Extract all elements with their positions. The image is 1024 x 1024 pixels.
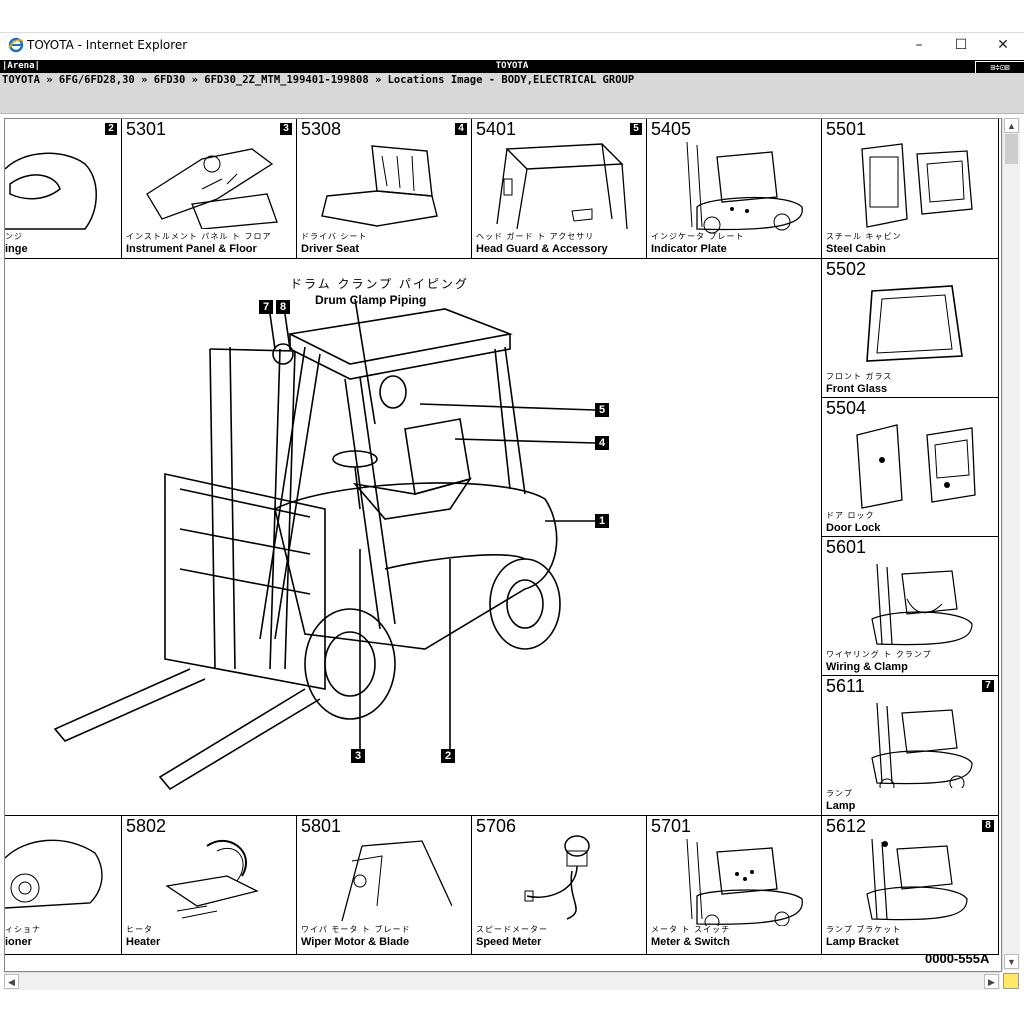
- forklift-illustration: [53, 298, 596, 791]
- part-label-en: Instrument Panel & Floor: [126, 243, 257, 255]
- part-number: 5802: [126, 816, 167, 836]
- part-number: 5801: [301, 816, 342, 836]
- part-label-jp: フロント ガラス: [826, 372, 893, 381]
- meter-switch-illustration: [686, 838, 803, 926]
- part-label-en: Lamp: [826, 800, 856, 812]
- scroll-up-icon[interactable]: ▲: [1004, 118, 1019, 133]
- vertical-scrollbar[interactable]: ▲ ▼: [1002, 118, 1020, 970]
- part-number: 5611: [826, 676, 865, 696]
- part-label-jp: スピードメーター: [476, 925, 548, 934]
- part-label-en: Indicator Plate: [651, 243, 727, 255]
- part-cell-5802[interactable]: 5802 ヒータ Heater: [121, 815, 297, 955]
- part-label-jp: インジケータ プレート: [651, 232, 745, 241]
- part-number: 5401: [476, 119, 517, 139]
- lamp-bracket-illustration: [866, 838, 968, 921]
- part-label-en: inge: [5, 243, 28, 255]
- wiring-clamp-illustration: [871, 563, 973, 646]
- minimize-button[interactable]: –: [898, 32, 940, 58]
- part-label-en: Front Glass: [826, 383, 888, 395]
- callout-tag: 2: [105, 123, 117, 135]
- steel-cabin-illustration: [861, 143, 973, 228]
- vertical-scroll-thumb[interactable]: [1005, 134, 1018, 164]
- part-number: 5308: [301, 119, 342, 139]
- indicator-plate-illustration: [686, 141, 803, 233]
- part-label-en: ioner: [5, 936, 32, 948]
- part-cell-5504[interactable]: 5504 ドア ロック Door Lock: [821, 397, 999, 537]
- header-title: TOYOTA: [495, 61, 529, 71]
- part-label-jp: ドライバ シート: [301, 232, 368, 241]
- locations-image-viewport: 2 ンジ inge 5301 3 インストルメント パネル ト フロア Inst…: [4, 118, 1002, 972]
- part-cell-5801[interactable]: 5801 ワイパ モータ ト ブレード Wiper Motor & Blade: [296, 815, 472, 955]
- part-cell-hinge[interactable]: 2 ンジ inge: [5, 119, 122, 259]
- status-resize-icon: [1003, 973, 1019, 989]
- callout-tag: 5: [630, 123, 642, 135]
- close-button[interactable]: ✕: [982, 32, 1024, 58]
- internet-explorer-icon: [8, 37, 24, 53]
- horizontal-scrollbar[interactable]: ◀ ▶: [4, 972, 1000, 990]
- part-cell-5612[interactable]: 5612 8 ランプ ブラケット Lamp Bracket: [821, 815, 999, 955]
- part-number: 5301: [126, 119, 167, 139]
- figure-code: 0000-555A: [925, 951, 990, 966]
- part-label-jp: ワイパ モータ ト ブレード: [301, 925, 411, 934]
- callout-tag: 8: [982, 820, 994, 832]
- part-number: 5501: [826, 119, 867, 139]
- part-cell-5501[interactable]: 5501 スチール キャビン Steel Cabin: [821, 119, 999, 259]
- head-guard-illustration: [496, 143, 628, 230]
- part-label-jp: スチール キャビン: [826, 232, 902, 241]
- wiper-motor-illustration: [341, 840, 452, 922]
- scroll-left-icon[interactable]: ◀: [4, 974, 19, 989]
- part-cell-conditioner[interactable]: ィショナ ioner: [5, 815, 122, 955]
- window-title: TOYOTA - Internet Explorer: [27, 38, 188, 52]
- part-cell-5301[interactable]: 5301 3 インストルメント パネル ト フロア Instrument Pan…: [121, 119, 297, 259]
- main-forklift-area: ドラム クランプ パイピング Drum Clamp Piping 7 8 5 4…: [5, 259, 821, 815]
- part-cell-5701[interactable]: 5701 メータ ト スイッチ Meter & Switch: [646, 815, 822, 955]
- part-label-jp: ヘッド ガード ト アクセサリ: [476, 232, 595, 241]
- part-cell-5706[interactable]: 5706 スピードメーター Speed Meter: [471, 815, 647, 955]
- part-cell-5601[interactable]: 5601 ワイヤリング ト クランプ Wiring & Clamp: [821, 536, 999, 676]
- scroll-down-icon[interactable]: ▼: [1004, 954, 1019, 969]
- part-label-jp: メータ ト スイッチ: [651, 925, 731, 934]
- maximize-button[interactable]: ☐: [940, 32, 982, 58]
- part-number: 5601: [826, 537, 867, 557]
- front-glass-illustration: [866, 285, 963, 362]
- part-number: 5504: [826, 398, 867, 418]
- part-label-jp: ドア ロック: [826, 511, 875, 520]
- part-label-en: Heater: [126, 936, 161, 948]
- part-cell-5502[interactable]: 5502 フロント ガラス Front Glass: [821, 258, 999, 398]
- part-label-en: Wiring & Clamp: [826, 661, 908, 673]
- part-label-en: Wiper Motor & Blade: [301, 936, 410, 948]
- part-cell-5308[interactable]: 5308 4 ドライバ シート Driver Seat: [296, 119, 472, 259]
- callout-tag: 7: [982, 680, 994, 692]
- part-label-jp: ランプ ブラケット: [826, 925, 902, 934]
- part-label-en: Speed Meter: [476, 936, 542, 948]
- part-label-jp: ヒータ: [126, 925, 153, 934]
- part-label-en: Lamp Bracket: [826, 936, 899, 948]
- speed-meter-illustration: [524, 835, 590, 920]
- part-label-jp: ンジ: [5, 232, 23, 241]
- breadcrumb[interactable]: TOYOTA » 6FG/6FD28,30 » 6FD30 » 6FD30_2Z…: [2, 74, 634, 86]
- part-label-jp: ランプ: [826, 789, 853, 798]
- air-conditioner-illustration: [5, 839, 103, 909]
- part-cell-5405[interactable]: 5405 インジケータ プレート Indicator Plate: [646, 119, 822, 259]
- part-label-en: Steel Cabin: [826, 243, 886, 255]
- hinge-illustration: [5, 152, 97, 230]
- part-label-jp: ィショナ: [5, 925, 41, 934]
- scroll-right-icon[interactable]: ▶: [984, 974, 999, 989]
- part-label-en: Door Lock: [826, 522, 881, 534]
- part-label-en: Meter & Switch: [651, 936, 730, 948]
- callout-tag: 4: [455, 123, 467, 135]
- lamp-illustration: [871, 702, 973, 788]
- heater-illustration: [165, 839, 259, 919]
- callout-tag: 3: [280, 123, 292, 135]
- door-lock-illustration: [856, 424, 976, 509]
- part-number: 5502: [826, 259, 867, 279]
- part-label-en: Head Guard & Accessory: [476, 243, 608, 255]
- part-cell-5611[interactable]: 5611 7 ランプ Lamp: [821, 675, 999, 816]
- part-label-jp: インストルメント パネル ト フロア: [126, 232, 272, 241]
- part-label-jp: ワイヤリング ト クランプ: [826, 650, 932, 659]
- part-label-en: Driver Seat: [301, 243, 360, 255]
- driver-seat-illustration: [321, 145, 438, 227]
- instrument-panel-illustration: [146, 148, 278, 229]
- part-cell-5401[interactable]: 5401 5 ヘッド ガード ト アクセサリ Head Guard & Acce…: [471, 119, 647, 259]
